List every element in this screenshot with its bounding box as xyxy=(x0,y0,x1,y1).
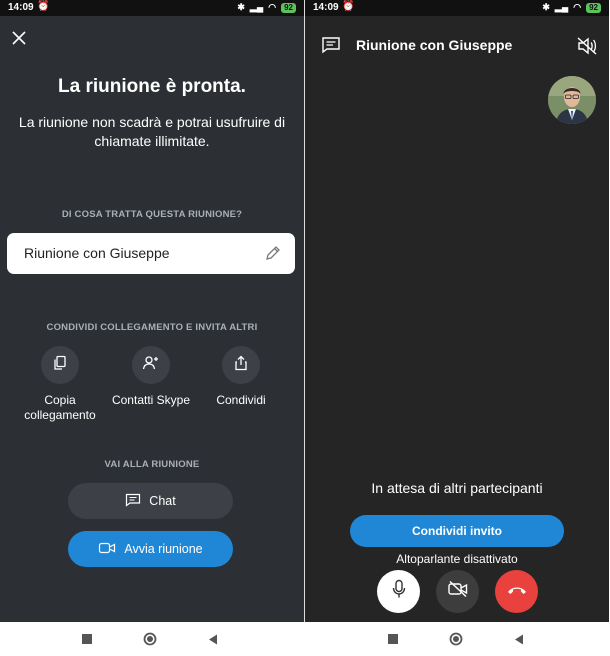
back-icon[interactable] xyxy=(201,622,225,656)
go-to-meeting-label: VAI ALLA RIUNIONE xyxy=(104,459,200,470)
share-section-label: CONDIVIDI COLLEGAMENTO E INVITA ALTRI xyxy=(46,322,258,333)
skype-contacts-button[interactable]: Contatti Skype xyxy=(103,346,199,408)
meeting-topic-field[interactable]: Riunione con Giuseppe xyxy=(7,233,295,274)
call-screen: 14:09 ⏰ ✱ ▂▄ ◠ 92 Riunione con Giuseppe … xyxy=(305,0,609,622)
wifi-icon: ◠ xyxy=(268,2,277,12)
waiting-status: In attesa di altri partecipanti xyxy=(371,480,543,496)
start-meeting-label: Avvia riunione xyxy=(124,542,203,556)
back-icon[interactable] xyxy=(507,622,531,656)
meeting-ready-screen: 14:09 ⏰ ✱ ▂▄ ◠ 92 La riunione è pronta. … xyxy=(0,0,304,622)
home-icon[interactable] xyxy=(444,622,468,656)
status-bar: 14:09 ⏰ ✱ ▂▄ ◠ 92 xyxy=(0,0,304,16)
participant-avatar[interactable] xyxy=(548,76,596,124)
alarm-icon: ⏰ xyxy=(342,1,355,12)
pencil-icon[interactable] xyxy=(265,245,281,261)
page-subtitle: La riunione non scadrà e potrai usufruir… xyxy=(18,114,286,149)
home-icon[interactable] xyxy=(138,622,162,656)
microphone-button[interactable] xyxy=(377,570,420,613)
system-nav-bar xyxy=(0,622,610,656)
chat-button[interactable]: Chat xyxy=(68,483,233,519)
recents-icon[interactable] xyxy=(381,622,405,656)
wifi-icon: ◠ xyxy=(573,2,582,12)
status-time: 14:09 xyxy=(313,2,339,13)
speaker-status: Altoparlante disattivato xyxy=(396,552,518,566)
battery-icon: 92 xyxy=(281,2,296,13)
signal-icon: ▂▄ xyxy=(554,2,569,12)
status-bar: 14:09 ⏰ ✱ ▂▄ ◠ 92 xyxy=(305,0,609,16)
meeting-title: Riunione con Giuseppe xyxy=(356,37,513,53)
add-contact-icon xyxy=(142,355,160,376)
share-button[interactable]: Condividi xyxy=(193,346,289,408)
end-call-button[interactable] xyxy=(495,570,538,613)
copy-link-label-2: collegamento xyxy=(24,408,96,422)
bluetooth-icon: ✱ xyxy=(542,2,550,12)
speaker-off-icon[interactable] xyxy=(576,36,598,56)
video-camera-icon xyxy=(98,541,116,558)
skype-contacts-label: Contatti Skype xyxy=(111,393,191,407)
signal-icon: ▂▄ xyxy=(249,2,264,12)
bluetooth-icon: ✱ xyxy=(237,2,245,12)
page-title: La riunione è pronta. xyxy=(58,76,246,97)
recents-icon[interactable] xyxy=(75,622,99,656)
share-icon xyxy=(233,355,249,376)
status-time: 14:09 xyxy=(8,2,34,13)
hang-up-icon xyxy=(506,583,528,601)
topic-section-label: DI COSA TRATTA QUESTA RIUNIONE? xyxy=(61,209,243,220)
chat-button-label: Chat xyxy=(149,494,176,508)
microphone-icon xyxy=(391,579,407,604)
meeting-topic-value: Riunione con Giuseppe xyxy=(24,245,170,261)
copy-link-label-1: Copia xyxy=(44,393,76,407)
close-icon[interactable] xyxy=(10,30,28,48)
copy-icon xyxy=(52,355,68,376)
share-invite-button[interactable]: Condividi invito xyxy=(350,515,564,547)
alarm-icon: ⏰ xyxy=(37,1,50,12)
share-label: Condividi xyxy=(216,393,266,407)
chat-icon xyxy=(125,493,141,510)
start-meeting-button[interactable]: Avvia riunione xyxy=(68,531,233,567)
camera-off-icon xyxy=(447,580,469,603)
copy-link-button[interactable]: Copia collegamento xyxy=(12,346,108,423)
chat-icon[interactable] xyxy=(321,36,341,54)
battery-icon: 92 xyxy=(586,2,601,13)
camera-toggle-button[interactable] xyxy=(436,570,479,613)
